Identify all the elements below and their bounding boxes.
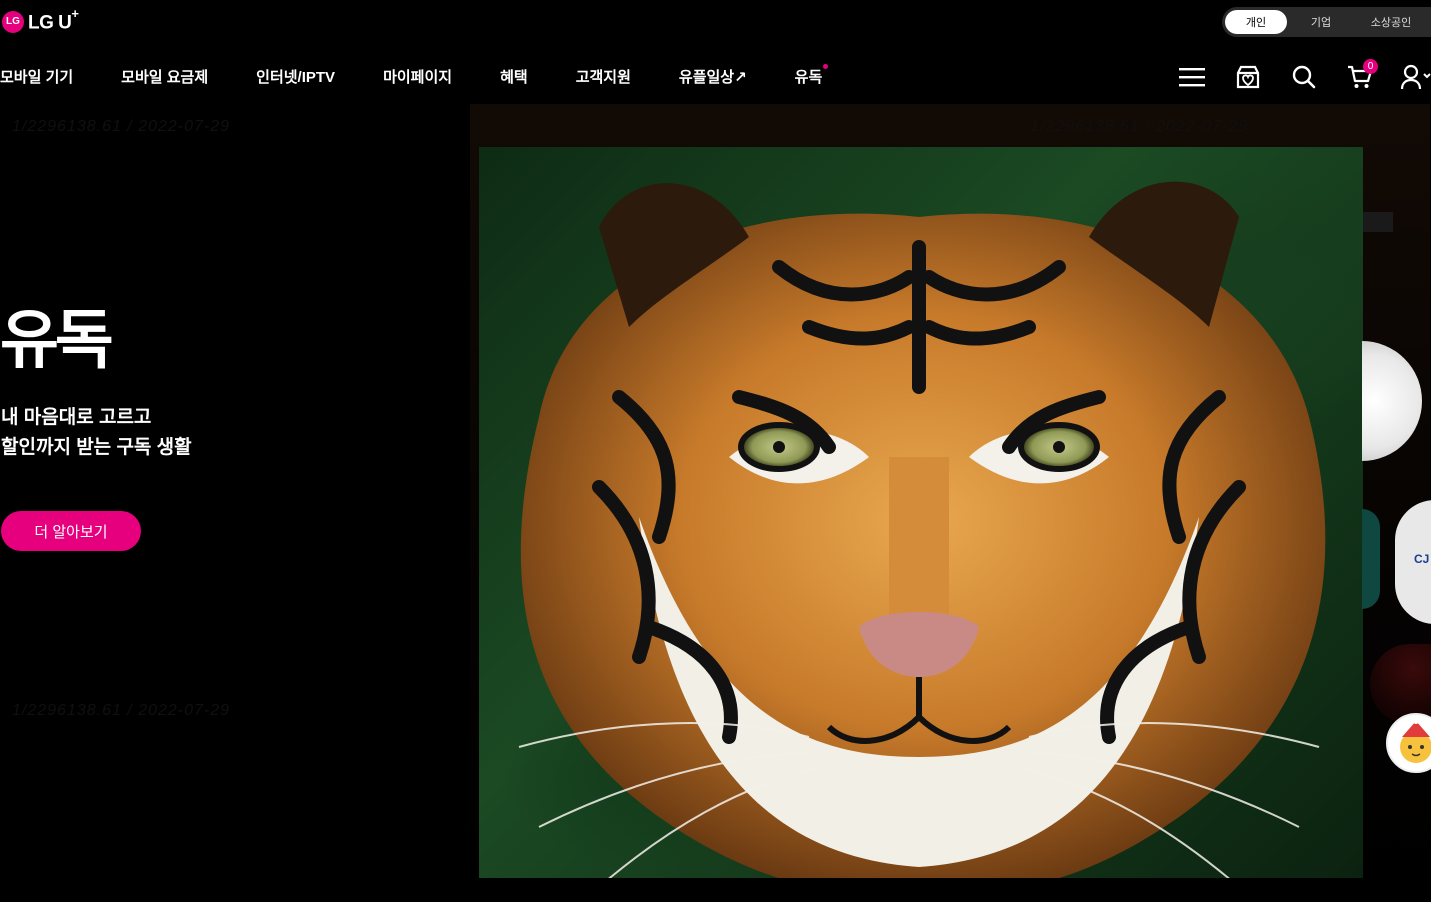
lguplus-logo[interactable]: LG LG U+: [2, 6, 79, 34]
hero-description: 내 마음대로 고르고 할인까지 받는 구독 생활: [1, 403, 192, 463]
utility-icons: 0: [1151, 59, 1431, 92]
nav-udok[interactable]: 유독: [795, 64, 829, 87]
nav-benefits[interactable]: 혜택: [500, 66, 528, 87]
ghost-text: 1/2296138.61 / 2022-07-29: [12, 702, 231, 719]
carousel-card-cj[interactable]: CJ: [1395, 500, 1431, 624]
learn-more-button[interactable]: 더 알아보기: [1, 511, 141, 551]
nav-support[interactable]: 고객지원: [576, 66, 631, 87]
ghost-text: 1/2296138.61 / 2022-07-29: [12, 118, 231, 135]
hero-desc-line1: 내 마음대로 고르고: [1, 407, 152, 428]
store-icon[interactable]: [1233, 62, 1263, 92]
nav-mypage[interactable]: 마이페이지: [383, 66, 452, 87]
nav-uplus-daily[interactable]: 유플일상↗: [679, 66, 747, 87]
segment-business[interactable]: 기업: [1287, 10, 1355, 34]
chatbot-mascot-icon[interactable]: [1386, 713, 1431, 773]
side-tab: [1363, 212, 1393, 232]
segment-small-business[interactable]: 소상공인: [1355, 10, 1427, 34]
ghost-text: 1/2296138.61 / 2022-07-29: [1030, 118, 1249, 135]
lg-logo-icon: LG: [2, 10, 24, 33]
hero-banner: 1/2296138.61 / 2022-07-29 1/2296138.61 /…: [0, 104, 1431, 902]
customer-type-toggle: 개인 기업 소상공인: [1222, 7, 1431, 37]
new-dot: [823, 64, 829, 69]
cart-icon[interactable]: 0: [1345, 59, 1378, 92]
hero-title: 유독: [0, 304, 114, 376]
menu-icon[interactable]: [1177, 62, 1207, 92]
page: LG LG U+ 개인 기업 소상공인 모바일 기기 모바일 요금제 인터넷/I…: [0, 0, 1431, 902]
user-icon[interactable]: [1401, 62, 1431, 92]
carousel-card[interactable]: [1362, 509, 1380, 609]
hero-tiger-image: [479, 147, 1363, 878]
hero-desc-line2: 할인까지 받는 구독 생활: [1, 437, 192, 458]
segment-personal[interactable]: 개인: [1225, 10, 1287, 34]
search-icon[interactable]: [1289, 62, 1319, 92]
cj-logo-text: CJ: [1414, 552, 1430, 566]
logo-text: LG U+: [28, 6, 79, 34]
cart-count-badge: 0: [1363, 59, 1378, 74]
header: LG LG U+ 개인 기업 소상공인 모바일 기기 모바일 요금제 인터넷/I…: [0, 0, 1431, 104]
nav-internet-iptv[interactable]: 인터넷/IPTV: [256, 66, 335, 87]
main-nav: 모바일 기기 모바일 요금제 인터넷/IPTV 마이페이지 혜택 고객지원 유플…: [0, 64, 870, 87]
nav-mobile-devices[interactable]: 모바일 기기: [0, 66, 73, 87]
nav-mobile-plans[interactable]: 모바일 요금제: [121, 66, 208, 87]
